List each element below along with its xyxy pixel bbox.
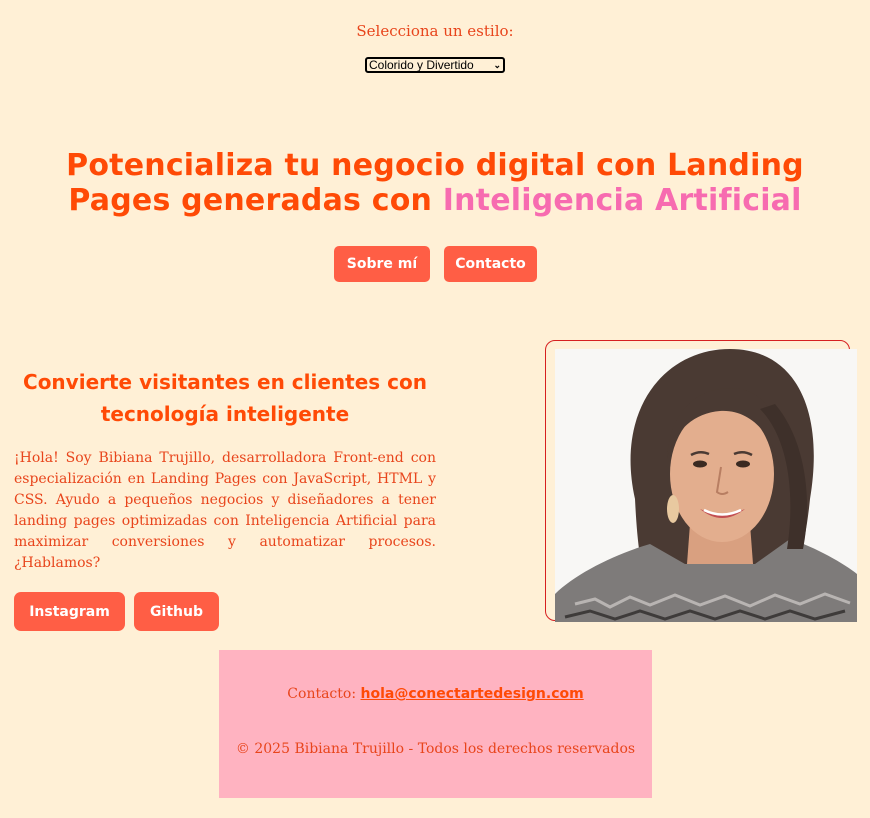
contact-button[interactable]: Contacto <box>444 246 537 282</box>
about-text: ¡Hola! Soy Bibiana Trujillo, desarrollad… <box>14 450 436 571</box>
hero-title: Potencializa tu negocio digital con Land… <box>40 148 830 218</box>
contact-email-link[interactable]: hola@conectartedesign.com <box>361 686 584 702</box>
hero-title-accent: Inteligencia Artificial <box>442 183 802 218</box>
style-select-value: Colorido y Divertido <box>369 58 474 72</box>
github-button[interactable]: Github <box>134 592 219 631</box>
profile-photo <box>555 349 857 622</box>
footer-contact: Contacto: hola@conectartedesign.com <box>219 686 652 702</box>
footer-copyright: © 2025 Bibiana Trujillo - Todos los dere… <box>235 741 636 757</box>
about-me-button[interactable]: Sobre mí <box>334 246 430 282</box>
chevron-down-icon: ⌄ <box>493 60 501 70</box>
footer: Contacto: hola@conectartedesign.com © 20… <box>219 650 652 798</box>
instagram-button[interactable]: Instagram <box>14 592 125 631</box>
footer-contact-label: Contacto: <box>287 686 357 702</box>
style-select[interactable]: Colorido y Divertido ⌄ <box>365 57 505 73</box>
about-heading: Convierte visitantes en clientes con tec… <box>23 370 427 426</box>
style-picker: Selecciona un estilo: Colorido y Diverti… <box>0 22 870 73</box>
portrait-illustration <box>555 349 857 622</box>
style-label: Selecciona un estilo: <box>356 22 514 40</box>
